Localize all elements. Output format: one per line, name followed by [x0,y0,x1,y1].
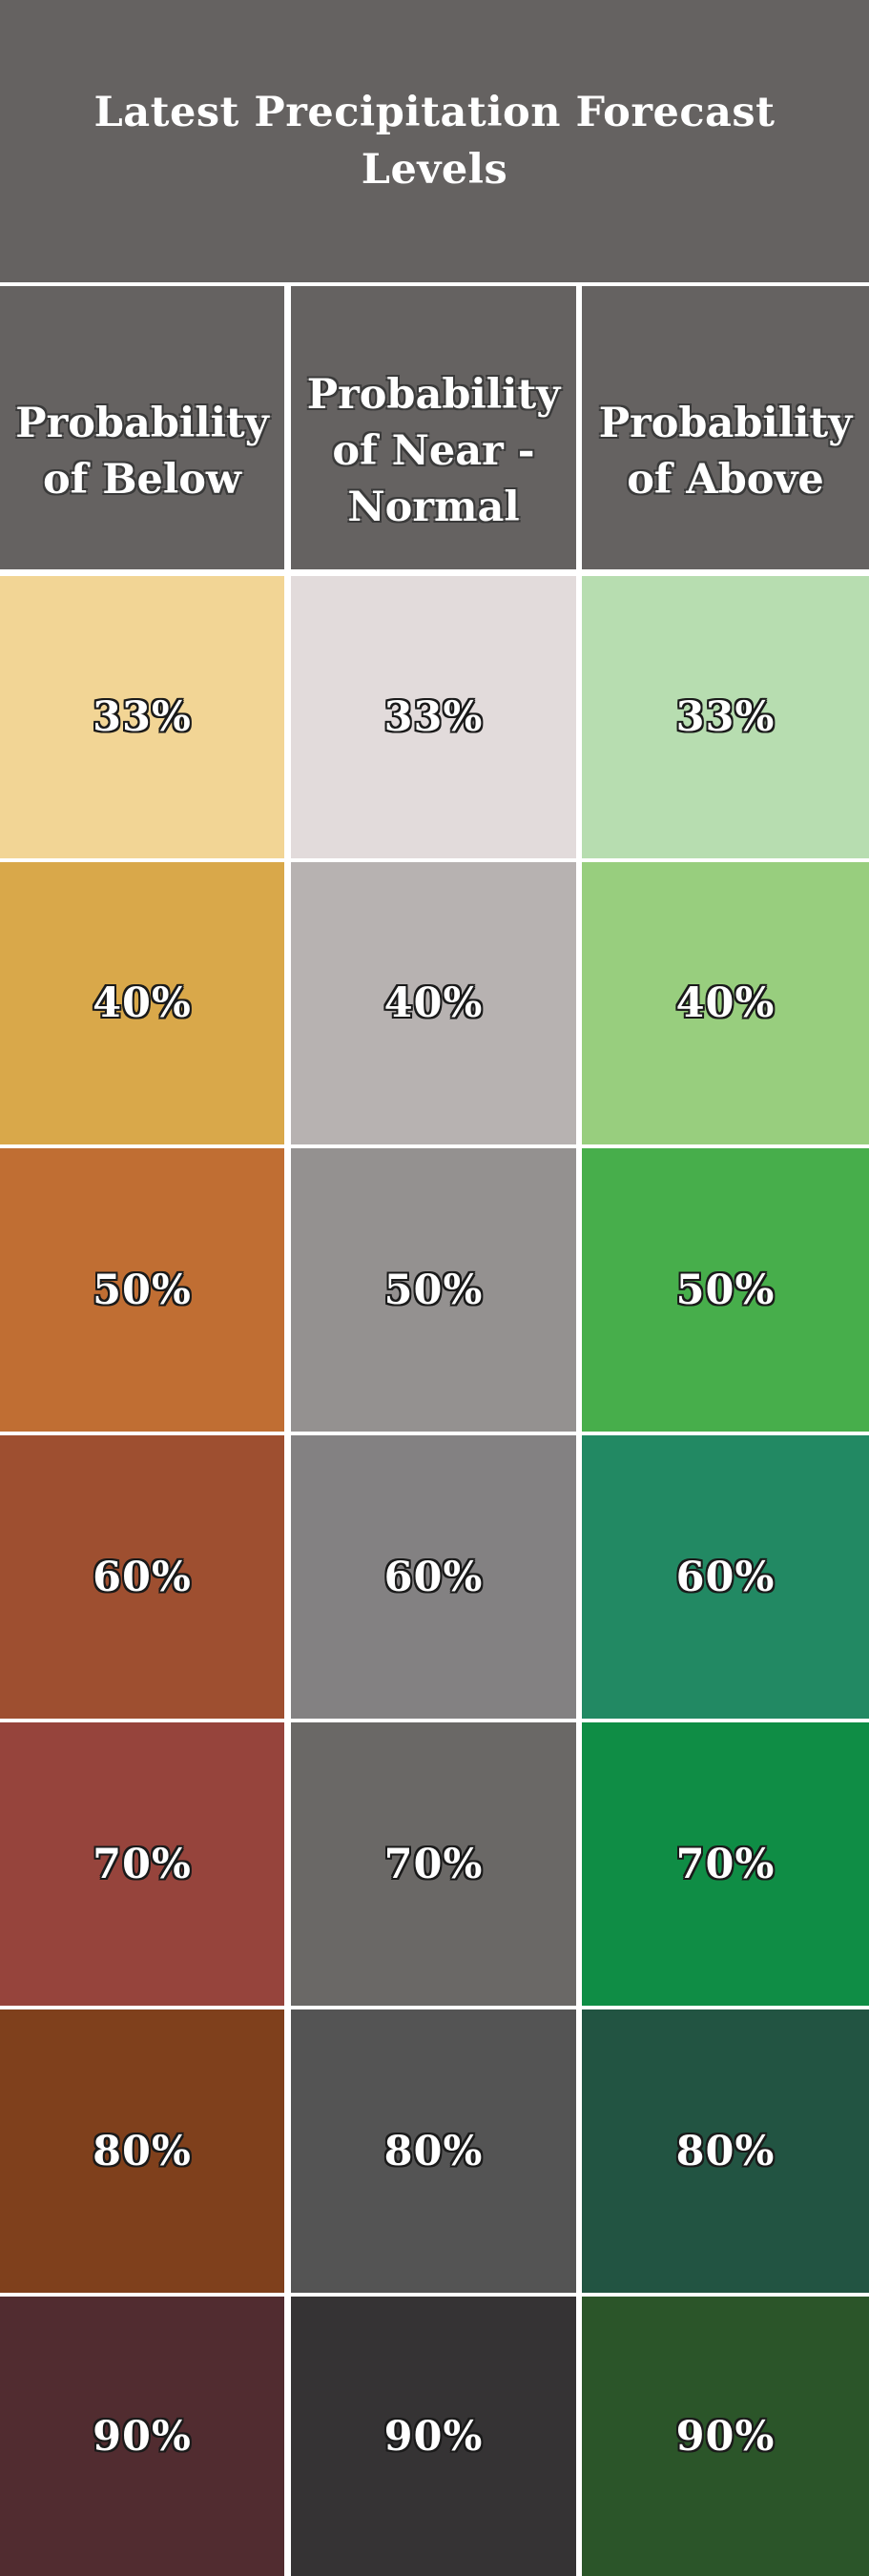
probability-label: 33% [675,693,776,741]
probability-cell: 70% [0,1722,284,2006]
column-header-label: Probability of Above [598,399,853,504]
probability-label: 50% [675,1266,776,1314]
probability-cell: 40% [0,862,284,1144]
probability-label: 40% [93,979,192,1027]
probability-label: 90% [93,2412,192,2461]
column-header-label: Probability of Below [15,399,269,504]
probability-label: 80% [383,2127,484,2175]
probability-cell: 70% [291,1722,576,2006]
column-header-2: Probability of Near - Normal [291,286,576,569]
probability-label: 90% [383,2412,484,2461]
probability-label: 80% [93,2127,192,2175]
probability-label: 60% [383,1553,484,1601]
probability-label: 80% [675,2127,776,2175]
probability-cell: 50% [291,1148,576,1432]
probability-label: 50% [383,1266,484,1314]
probability-cell: 80% [582,2009,869,2293]
probability-cell: 80% [291,2009,576,2293]
probability-cell: 33% [582,576,869,858]
probability-cell: 33% [0,576,284,858]
probability-cell: 70% [582,1722,869,2006]
probability-cell: 60% [582,1435,869,1719]
probability-label: 60% [93,1553,192,1601]
probability-cell: 90% [582,2297,869,2576]
probability-label: 70% [93,1840,192,1888]
probability-label: 33% [93,693,192,741]
page-title: Latest Precipitation Forecast Levels [93,89,776,194]
probability-label: 50% [93,1266,192,1314]
probability-cell: 33% [291,576,576,858]
column-header-3: Probability of Above [582,286,869,569]
column-header-label: Probability of Near - Normal [306,371,561,531]
title-banner: Latest Precipitation Forecast Levels [0,0,869,282]
probability-cell: 80% [0,2009,284,2293]
probability-label: 90% [675,2412,776,2461]
probability-cell: 40% [291,862,576,1144]
probability-cell: 60% [0,1435,284,1719]
probability-label: 33% [383,693,484,741]
probability-cell: 60% [291,1435,576,1719]
probability-label: 40% [383,979,484,1027]
probability-cell: 40% [582,862,869,1144]
probability-label: 60% [675,1553,776,1601]
column-header-1: Probability of Below [0,286,284,569]
probability-label: 70% [383,1840,484,1888]
probability-label: 40% [675,979,776,1027]
probability-label: 70% [675,1840,776,1888]
probability-cell: 50% [0,1148,284,1432]
probability-cell: 90% [0,2297,284,2576]
probability-cell: 90% [291,2297,576,2576]
probability-cell: 50% [582,1148,869,1432]
